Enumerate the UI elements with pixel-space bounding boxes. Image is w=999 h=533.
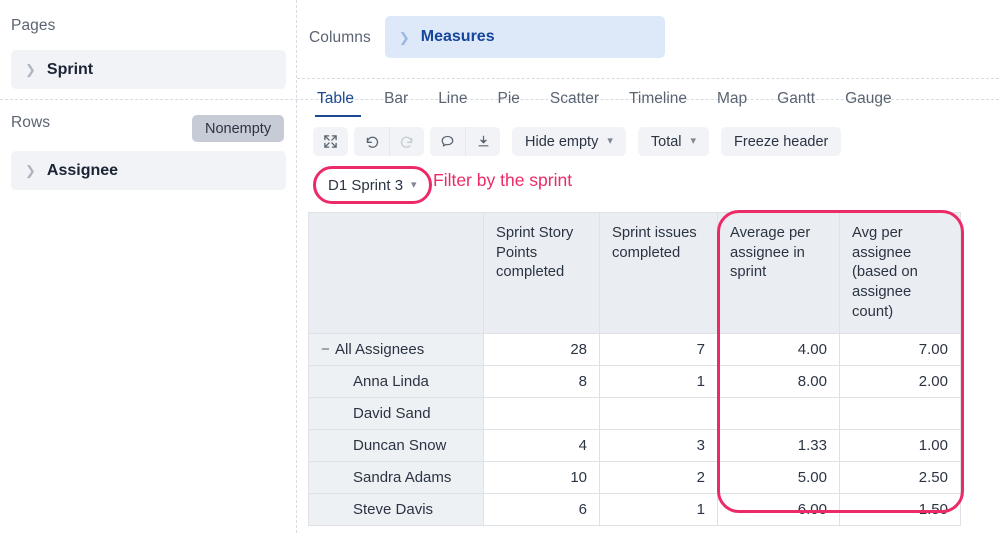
table-cell[interactable]: 1 (599, 365, 718, 399)
chevron-right-icon: ❯ (25, 163, 36, 178)
table-corner-cell (308, 211, 484, 335)
table-row: Anna Linda 8 1 8.00 2.00 (308, 365, 961, 399)
table-cell[interactable]: 1.50 (839, 493, 961, 527)
table-row: Sandra Adams 10 2 5.00 2.50 (308, 461, 961, 495)
table-row-label: Duncan Snow (353, 437, 447, 455)
download-icon[interactable] (465, 127, 500, 156)
tab-scatter[interactable]: Scatter (535, 88, 614, 117)
table-row: David Sand (308, 397, 961, 431)
table-cell[interactable]: 6 (483, 493, 600, 527)
table-body: − All Assignees 28 7 4.00 7.00 Anna Linda 8 1 8.0… (308, 333, 961, 527)
freeze-header-label: Freeze header (734, 133, 829, 150)
table-row-header[interactable]: Anna Linda (308, 365, 484, 399)
tab-map[interactable]: Map (702, 88, 762, 117)
tab-timeline[interactable]: Timeline (614, 88, 702, 117)
collapse-toggle-icon[interactable]: − (321, 341, 335, 358)
tab-gauge[interactable]: Gauge (830, 88, 907, 117)
pivot-table: Sprint Story Points completed Sprint issu… (308, 211, 961, 527)
toolbar-group-expand (313, 127, 348, 156)
pages-shelf-label: Pages (11, 17, 56, 34)
tab-table[interactable]: Table (313, 88, 369, 117)
table-cell[interactable]: 2 (599, 461, 718, 495)
columns-shelf-label: Columns (309, 29, 371, 46)
table-toolbar: Hide empty ▾ Total ▾ Freeze header (313, 127, 842, 156)
undo-icon[interactable] (354, 127, 389, 156)
table-cell[interactable]: 2.50 (839, 461, 961, 495)
table-header-row: Sprint Story Points completed Sprint issu… (308, 211, 961, 335)
pages-chip-label: Sprint (46, 60, 94, 78)
table-cell[interactable]: 8.00 (717, 365, 840, 399)
tab-pie[interactable]: Pie (483, 88, 535, 117)
annotation-label-filter: Filter by the sprint (433, 170, 573, 190)
table-column-header[interactable]: Sprint issues completed (599, 211, 718, 335)
table-cell[interactable]: 4 (483, 429, 600, 463)
redo-icon[interactable] (389, 127, 424, 156)
tab-gantt[interactable]: Gantt (762, 88, 830, 117)
table-cell[interactable] (839, 397, 961, 431)
toolbar-group-actions (430, 127, 500, 156)
table-row-label: Sandra Adams (353, 469, 452, 487)
tab-bar[interactable]: Bar (369, 88, 423, 117)
table-cell[interactable] (717, 397, 840, 431)
table-cell[interactable] (599, 397, 718, 431)
table-row-label: Anna Linda (353, 373, 429, 391)
columns-shelf: Columns ❯ Measures (309, 16, 665, 58)
table-cell[interactable]: 5.00 (717, 461, 840, 495)
pages-chip-sprint[interactable]: ❯ Sprint (11, 50, 286, 89)
table-row: Duncan Snow 4 3 1.33 1.00 (308, 429, 961, 463)
table-cell[interactable]: 1.33 (717, 429, 840, 463)
rows-nonempty-badge[interactable]: Nonempty (192, 115, 285, 142)
columns-chip-measures[interactable]: ❯ Measures (384, 16, 665, 58)
chevron-down-icon: ▾ (690, 135, 697, 147)
total-label: Total (650, 133, 682, 150)
hide-empty-label: Hide empty (525, 133, 599, 150)
table-cell[interactable]: 7 (599, 333, 718, 367)
table-column-header[interactable]: Avg per assignee (based on assignee coun… (839, 211, 961, 335)
table-cell[interactable]: 28 (483, 333, 600, 367)
expand-icon[interactable] (313, 127, 348, 156)
chevron-down-icon: ▾ (411, 178, 417, 191)
rows-chip-label: Assignee (46, 161, 119, 179)
table-cell[interactable]: 10 (483, 461, 600, 495)
table-cell[interactable]: 1.00 (839, 429, 961, 463)
rows-chip-assignee[interactable]: ❯ Assignee (11, 151, 286, 190)
total-dropdown[interactable]: Total ▾ (637, 127, 710, 156)
hide-empty-dropdown[interactable]: Hide empty ▾ (512, 127, 626, 156)
table-row-header[interactable]: Sandra Adams (308, 461, 484, 495)
table-row: Steve Davis 6 1 6.00 1.50 (308, 493, 961, 527)
table-row-label: Steve Davis (353, 501, 434, 519)
table-row-label: David Sand (353, 405, 431, 423)
table-cell[interactable]: 1 (599, 493, 718, 527)
sprint-filter-value: D1 Sprint 3 (328, 176, 404, 194)
shelves-panel: Pages ❯ Sprint Rows Nonempty ❯ Assignee (0, 0, 297, 533)
chevron-down-icon: ▾ (607, 135, 613, 147)
visualization-panel: Columns ❯ Measures Table Bar Line Pie Scatte… (297, 0, 999, 533)
tab-line[interactable]: Line (423, 88, 482, 117)
table-column-header[interactable]: Average per assignee in sprint (717, 211, 840, 335)
table-row: − All Assignees 28 7 4.00 7.00 (308, 333, 961, 367)
table-cell[interactable]: 4.00 (717, 333, 840, 367)
table-cell[interactable]: 2.00 (839, 365, 961, 399)
table-cell[interactable] (483, 397, 600, 431)
rows-shelf-label: Rows (11, 114, 51, 131)
table-cell[interactable]: 6.00 (717, 493, 840, 527)
table-cell[interactable]: 8 (483, 365, 600, 399)
comment-icon[interactable] (430, 127, 465, 156)
chart-type-tabs: Table Bar Line Pie Scatter Timeline Map Gantt Ga… (313, 88, 907, 117)
freeze-header-button[interactable]: Freeze header (721, 127, 842, 156)
table-row-header[interactable]: − All Assignees (308, 333, 484, 367)
chevron-right-icon: ❯ (398, 29, 410, 45)
table-row-header[interactable]: Duncan Snow (308, 429, 484, 463)
table-cell[interactable]: 7.00 (839, 333, 961, 367)
table-cell[interactable]: 3 (599, 429, 718, 463)
chevron-right-icon: ❯ (25, 62, 36, 77)
table-row-label: All Assignees (335, 341, 425, 359)
table-row-header[interactable]: Steve Davis (308, 493, 484, 527)
table-column-header[interactable]: Sprint Story Points completed (483, 211, 600, 335)
app-root: Pages ❯ Sprint Rows Nonempty ❯ Assignee … (0, 0, 999, 533)
toolbar-group-history (354, 127, 424, 156)
table-row-header[interactable]: David Sand (308, 397, 484, 431)
columns-chip-label: Measures (420, 28, 495, 45)
sprint-filter-dropdown[interactable]: D1 Sprint 3 ▾ (318, 171, 427, 199)
